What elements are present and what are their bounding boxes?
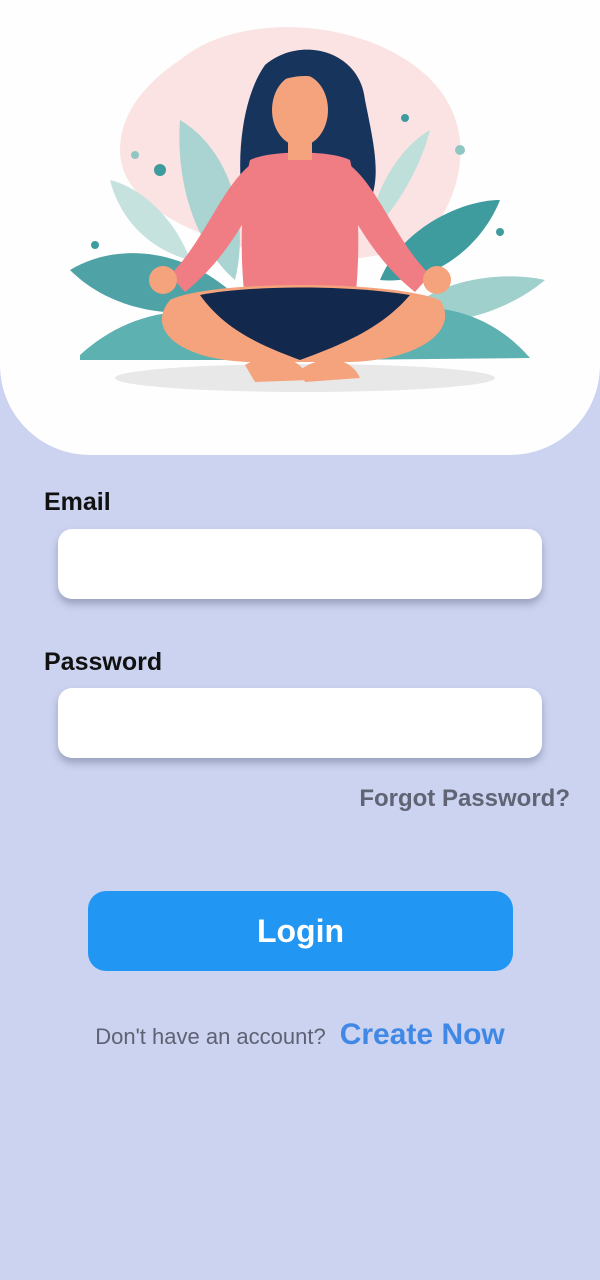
- password-label: Password: [44, 648, 163, 676]
- create-account-link[interactable]: Create Now: [340, 1018, 505, 1052]
- meditation-illustration: [70, 27, 545, 392]
- signup-prompt: Don't have an account?: [95, 1024, 326, 1049]
- email-label: Email: [44, 488, 111, 516]
- hero-panel: [0, 0, 600, 455]
- forgot-password-link[interactable]: Forgot Password?: [359, 785, 570, 813]
- signup-row: Don't have an account? Create Now: [0, 1018, 600, 1052]
- password-input[interactable]: [58, 688, 542, 758]
- login-button[interactable]: Login: [88, 891, 513, 971]
- email-input[interactable]: [58, 529, 542, 599]
